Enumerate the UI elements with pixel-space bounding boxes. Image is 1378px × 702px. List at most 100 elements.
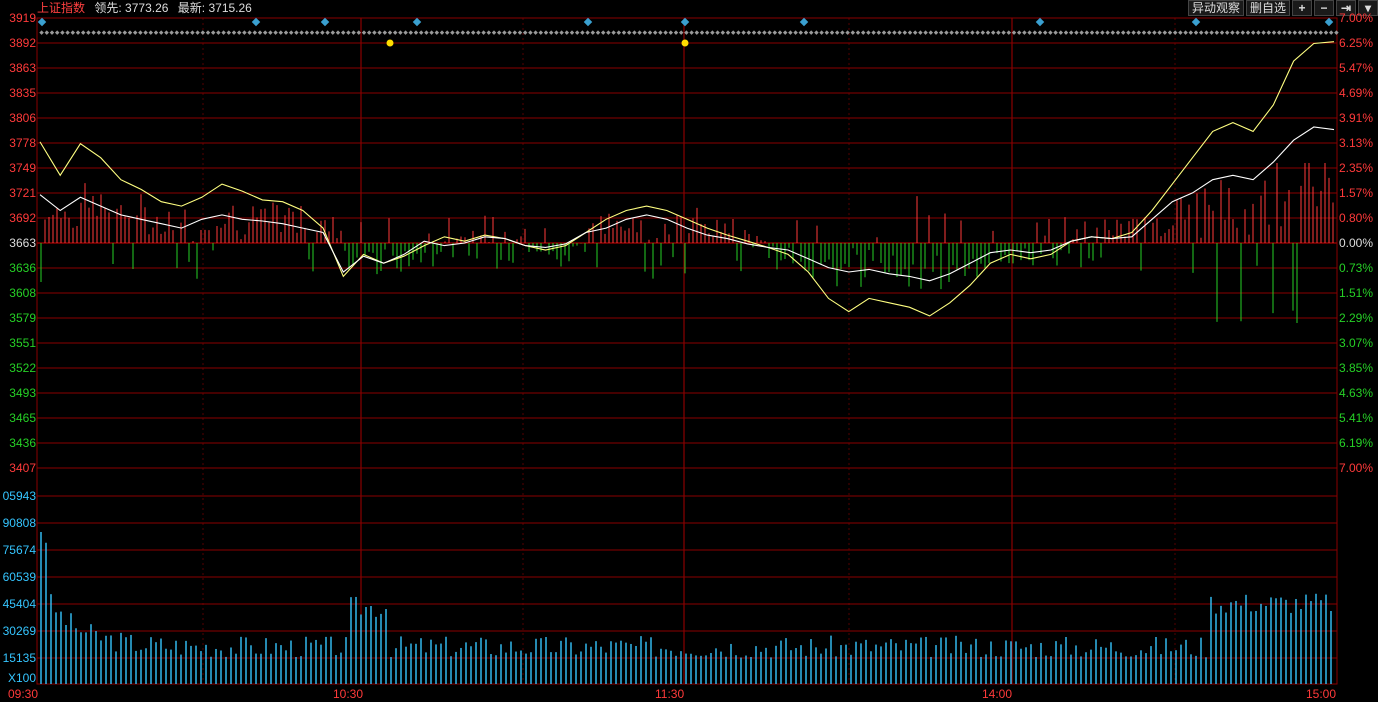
- time-tick-label: 09:30: [8, 687, 39, 701]
- event-dot: [288, 30, 294, 35]
- chart-frame: [36, 17, 1338, 685]
- event-dot: [1230, 30, 1235, 35]
- event-dot: [205, 30, 211, 35]
- event-dot: [1131, 30, 1136, 35]
- percent-tick-label: 6.25%: [1339, 36, 1374, 50]
- event-dot: [122, 30, 128, 35]
- event-dot: [96, 30, 102, 35]
- zoom-in-icon[interactable]: +: [1292, 0, 1312, 16]
- event-dot: [694, 30, 700, 35]
- event-dot: [54, 30, 60, 35]
- percent-tick-label: 0.80%: [1339, 211, 1374, 225]
- event-dot: [647, 30, 653, 35]
- event-dot: [210, 30, 216, 35]
- event-dot: [70, 30, 76, 35]
- event-dot: [252, 30, 258, 35]
- event-dot: [699, 30, 705, 35]
- latest-index-line: [39, 126, 1335, 282]
- event-dot: [283, 30, 289, 35]
- event-dot: [377, 30, 382, 35]
- event-dot: [320, 30, 325, 35]
- event-dot: [1016, 30, 1022, 35]
- event-dot: [153, 30, 159, 35]
- index-name[interactable]: 上证指数: [37, 1, 85, 15]
- event-dot: [585, 30, 590, 35]
- event-dot: [803, 30, 809, 35]
- event-dot: [1250, 30, 1256, 35]
- event-dot: [762, 30, 767, 35]
- event-dot: [569, 30, 575, 35]
- event-dot: [174, 30, 180, 35]
- percent-tick-label: 0.00%: [1339, 236, 1374, 250]
- event-dot: [408, 30, 414, 35]
- event-dot: [689, 30, 694, 35]
- delete-watchlist-button[interactable]: 删自选: [1245, 0, 1290, 16]
- event-dot: [460, 30, 466, 35]
- event-dot: [1011, 30, 1017, 35]
- event-diamond-marker: [1191, 17, 1201, 27]
- event-dot: [886, 30, 892, 35]
- anomaly-watch-button[interactable]: 异动观察: [1187, 0, 1244, 16]
- event-dot: [257, 30, 263, 35]
- event-dot: [1308, 30, 1313, 35]
- event-dot: [1219, 30, 1225, 35]
- event-dot: [304, 30, 310, 35]
- event-dot: [49, 30, 55, 35]
- event-dot: [1136, 30, 1142, 35]
- zoom-out-icon[interactable]: −: [1314, 0, 1334, 16]
- latest-label: 最新:: [177, 1, 206, 15]
- event-dot: [299, 30, 304, 35]
- event-dot: [1110, 30, 1116, 35]
- event-dot: [216, 30, 221, 35]
- price-tick-label: 3407: [9, 461, 36, 475]
- event-dot: [247, 30, 252, 35]
- price-tick-label: 3551: [9, 336, 36, 350]
- lead-index-line: [39, 41, 1335, 317]
- event-dot: [481, 30, 486, 35]
- percent-tick-label: 0.73%: [1339, 261, 1374, 275]
- event-dot: [75, 30, 81, 35]
- event-dot: [1323, 30, 1329, 35]
- event-dot: [1162, 30, 1168, 35]
- event-dot: [1204, 30, 1209, 35]
- event-diamond-marker: [251, 17, 261, 27]
- event-dot: [382, 30, 388, 35]
- price-tick-label: 3835: [9, 86, 36, 100]
- event-dot: [1089, 30, 1095, 35]
- event-dot: [278, 30, 284, 35]
- percent-tick-label: 3.91%: [1339, 111, 1374, 125]
- event-dot: [1297, 30, 1303, 35]
- event-dot: [720, 30, 726, 35]
- price-tick-label: 3522: [9, 361, 36, 375]
- price-tick-label: 3608: [9, 286, 36, 300]
- event-dot: [221, 30, 226, 35]
- event-dot: [975, 30, 980, 35]
- event-dot: [403, 30, 408, 35]
- event-dot: [902, 30, 908, 35]
- event-diamond-marker: [583, 17, 593, 27]
- event-dot: [132, 30, 138, 35]
- event-dot: [470, 30, 476, 35]
- price-tick-label: 3919: [9, 11, 36, 25]
- event-dot: [434, 30, 440, 35]
- event-dot: [65, 30, 70, 35]
- event-dot: [1266, 30, 1272, 35]
- event-dot: [39, 30, 44, 35]
- event-dot: [522, 30, 528, 35]
- event-dot: [1027, 30, 1032, 35]
- chart-area[interactable]: [0, 0, 1378, 702]
- price-tick-label: 3806: [9, 111, 36, 125]
- event-dot: [595, 30, 601, 35]
- price-tick-label: 3749: [9, 161, 36, 175]
- intraday-chart-window: 上证指数 领先: 3773.26 最新: 3715.26 异动观察 删自选 + …: [0, 0, 1378, 702]
- event-dot: [1318, 30, 1324, 35]
- event-dot: [626, 30, 632, 35]
- event-dot: [496, 30, 502, 35]
- event-dot: [725, 30, 731, 35]
- event-dot: [314, 30, 320, 35]
- event-dot: [226, 30, 232, 35]
- event-dot: [938, 30, 944, 35]
- event-dot: [1256, 30, 1261, 35]
- event-dot: [964, 30, 970, 35]
- event-dot: [424, 30, 429, 35]
